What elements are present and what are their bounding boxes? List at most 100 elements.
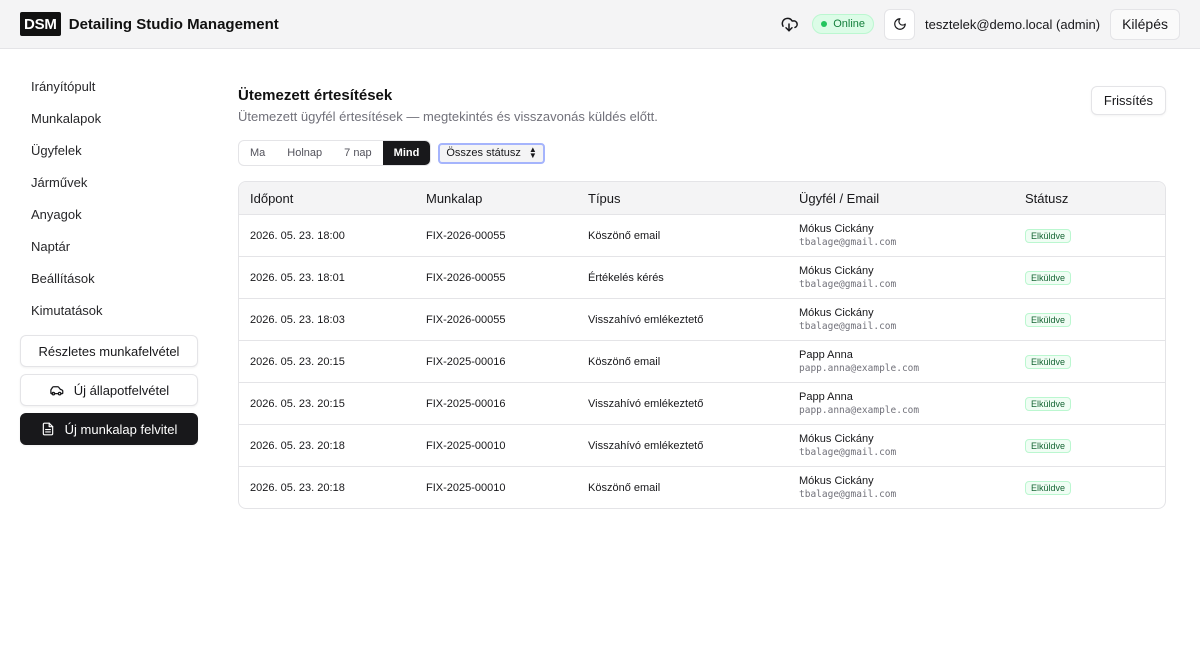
status-badge: Elküldve xyxy=(1025,396,1072,411)
cell-time: 2026. 05. 23. 18:03 xyxy=(250,313,345,326)
sidebar-item-materials[interactable]: Anyagok xyxy=(20,202,200,234)
customer-name: Papp Anna xyxy=(799,349,853,361)
status-select[interactable]: Összes státusz ▲ ▼ xyxy=(438,142,545,164)
sidebar-item-reports[interactable]: Kimutatások xyxy=(20,298,200,330)
status-badge: Elküldve xyxy=(1025,270,1072,285)
top-bar: DSM Detailing Studio Management Online t… xyxy=(0,0,1200,49)
cloud-download-icon[interactable] xyxy=(778,13,800,35)
customer-email: papp.anna@example.com xyxy=(799,405,920,416)
customer-email: papp.anna@example.com xyxy=(799,363,920,374)
cell-worksheet[interactable]: FIX-2025-00016 xyxy=(426,356,588,368)
table-row[interactable]: 2026. 05. 23. 20:15 FIX-2025-00016 Visszah… xyxy=(239,382,1165,424)
table-row[interactable]: 2026. 05. 23. 20:18 FIX-2025-00010 Köszönő… xyxy=(239,466,1165,508)
status-badge: Elküldve xyxy=(1025,480,1072,495)
new-condition-button[interactable]: Új állapotfelvétel xyxy=(20,374,198,406)
cell-worksheet[interactable]: FIX-2025-00010 xyxy=(426,440,588,452)
app-logo[interactable]: DSM xyxy=(20,12,61,36)
car-icon xyxy=(49,383,64,398)
sidebar-item-dashboard[interactable]: Irányítópult xyxy=(20,74,200,106)
theme-toggle-button[interactable] xyxy=(884,8,916,40)
cell-worksheet[interactable]: FIX-2026-00055 xyxy=(426,314,588,326)
new-condition-label: Új állapotfelvétel xyxy=(73,382,170,398)
sidebar: Irányítópult Munkalapok Ügyfelek Járműve… xyxy=(20,74,200,452)
page-subtitle: Ütemezett ügyfél értesítések — megtekint… xyxy=(238,109,658,124)
cell-worksheet[interactable]: FIX-2026-00055 xyxy=(426,272,588,284)
table-row[interactable]: 2026. 05. 23. 20:18 FIX-2025-00010 Visszah… xyxy=(239,424,1165,466)
cell-customer: Mókus Cickány tbalage@gmail.com xyxy=(799,307,1025,332)
customer-email: tbalage@gmail.com xyxy=(799,447,897,458)
cell-customer: Mókus Cickány tbalage@gmail.com xyxy=(799,433,1025,458)
col-header-customer: Ügyfél / Email xyxy=(799,190,880,206)
customer-email: tbalage@gmail.com xyxy=(799,279,897,290)
app-title[interactable]: Detailing Studio Management xyxy=(69,16,279,33)
filter-today[interactable]: Ma xyxy=(239,141,276,165)
status-badge: Elküldve xyxy=(1025,438,1072,453)
online-status-badge: Online xyxy=(812,14,875,34)
moon-icon xyxy=(893,18,906,30)
cell-customer: Papp Anna papp.anna@example.com xyxy=(799,391,1025,416)
cell-time: 2026. 05. 23. 18:01 xyxy=(250,271,345,284)
filter-7-days[interactable]: 7 nap xyxy=(333,141,383,165)
table-row[interactable]: 2026. 05. 23. 18:00 FIX-2026-00055 Köszönő… xyxy=(239,214,1165,256)
user-label: tesztelek@demo.local (admin) xyxy=(925,16,1101,32)
customer-name: Mókus Cickány xyxy=(799,223,874,235)
table-body: 2026. 05. 23. 18:00 FIX-2026-00055 Köszönő… xyxy=(239,214,1165,508)
cell-time: 2026. 05. 23. 20:15 xyxy=(250,397,345,410)
table-row[interactable]: 2026. 05. 23. 20:15 FIX-2025-00016 Köszönő… xyxy=(239,340,1165,382)
customer-email: tbalage@gmail.com xyxy=(799,321,897,332)
customer-name: Mókus Cickány xyxy=(799,265,874,277)
cell-type: Köszönő email xyxy=(588,481,661,494)
table-row[interactable]: 2026. 05. 23. 18:03 FIX-2026-00055 Visszah… xyxy=(239,298,1165,340)
header-actions: Online tesztelek@demo.local (admin) Kilé… xyxy=(778,8,1180,40)
cell-status: Elküldve xyxy=(1025,270,1165,285)
cell-customer: Mókus Cickány tbalage@gmail.com xyxy=(799,265,1025,290)
sidebar-nav: Irányítópult Munkalapok Ügyfelek Járműve… xyxy=(20,74,200,330)
detailed-intake-label: Részletes munkafelvétel xyxy=(38,343,180,359)
customer-email: tbalage@gmail.com xyxy=(799,489,897,500)
table-header: Időpont Munkalap Típus Ügyfél / Email St… xyxy=(239,182,1165,214)
sidebar-item-calendar[interactable]: Naptár xyxy=(20,234,200,266)
sidebar-item-worksheets[interactable]: Munkalapok xyxy=(20,106,200,138)
cell-type: Visszahívó emlékeztető xyxy=(588,313,704,326)
cell-status: Elküldve xyxy=(1025,438,1165,453)
customer-name: Mókus Cickány xyxy=(799,433,874,445)
customer-name: Papp Anna xyxy=(799,391,853,403)
customer-name: Mókus Cickány xyxy=(799,475,874,487)
sidebar-item-settings[interactable]: Beállítások xyxy=(20,266,200,298)
cell-worksheet[interactable]: FIX-2025-00010 xyxy=(426,482,588,494)
cell-type: Köszönő email xyxy=(588,355,661,368)
cell-type: Értékelés kérés xyxy=(588,271,664,284)
status-select-value: Összes státusz xyxy=(446,147,521,159)
sidebar-item-customers[interactable]: Ügyfelek xyxy=(20,138,200,170)
status-badge: Elküldve xyxy=(1025,354,1072,369)
customer-name: Mókus Cickány xyxy=(799,307,874,319)
col-header-status: Státusz xyxy=(1025,190,1069,206)
table-row[interactable]: 2026. 05. 23. 18:01 FIX-2026-00055 Értékel… xyxy=(239,256,1165,298)
page-title: Ütemezett értesítések xyxy=(238,87,393,104)
detailed-intake-button[interactable]: Részletes munkafelvétel xyxy=(20,335,198,367)
filter-all[interactable]: Mind xyxy=(382,141,431,165)
filter-tomorrow[interactable]: Holnap xyxy=(276,141,333,165)
cell-worksheet[interactable]: FIX-2025-00016 xyxy=(426,398,588,410)
logout-button[interactable]: Kilépés xyxy=(1110,8,1180,40)
online-status-label: Online xyxy=(833,18,866,30)
cell-customer: Mókus Cickány tbalage@gmail.com xyxy=(799,223,1025,248)
cell-customer: Mókus Cickány tbalage@gmail.com xyxy=(799,475,1025,500)
notifications-table: Időpont Munkalap Típus Ügyfél / Email St… xyxy=(238,181,1166,509)
cell-status: Elküldve xyxy=(1025,354,1165,369)
cell-time: 2026. 05. 23. 20:18 xyxy=(250,439,345,452)
sidebar-item-vehicles[interactable]: Járművek xyxy=(20,170,200,202)
cell-status: Elküldve xyxy=(1025,228,1165,243)
filter-row: Ma Holnap 7 nap Mind Összes státusz ▲ ▼ xyxy=(238,140,1166,166)
status-badge: Elküldve xyxy=(1025,312,1072,327)
cell-worksheet[interactable]: FIX-2026-00055 xyxy=(426,230,588,242)
cell-type: Visszahívó emlékeztető xyxy=(588,439,704,452)
status-dot-icon xyxy=(821,21,828,27)
status-badge: Elküldve xyxy=(1025,228,1072,243)
sidebar-actions: Részletes munkafelvétel Új állapotfelvét… xyxy=(20,335,200,445)
new-worksheet-button[interactable]: Új munkalap felvitel xyxy=(20,413,198,445)
refresh-button[interactable]: Frissítés xyxy=(1090,86,1166,115)
col-header-worksheet: Munkalap xyxy=(426,190,483,206)
cell-type: Köszönő email xyxy=(588,229,661,242)
col-header-time: Időpont xyxy=(250,190,294,206)
